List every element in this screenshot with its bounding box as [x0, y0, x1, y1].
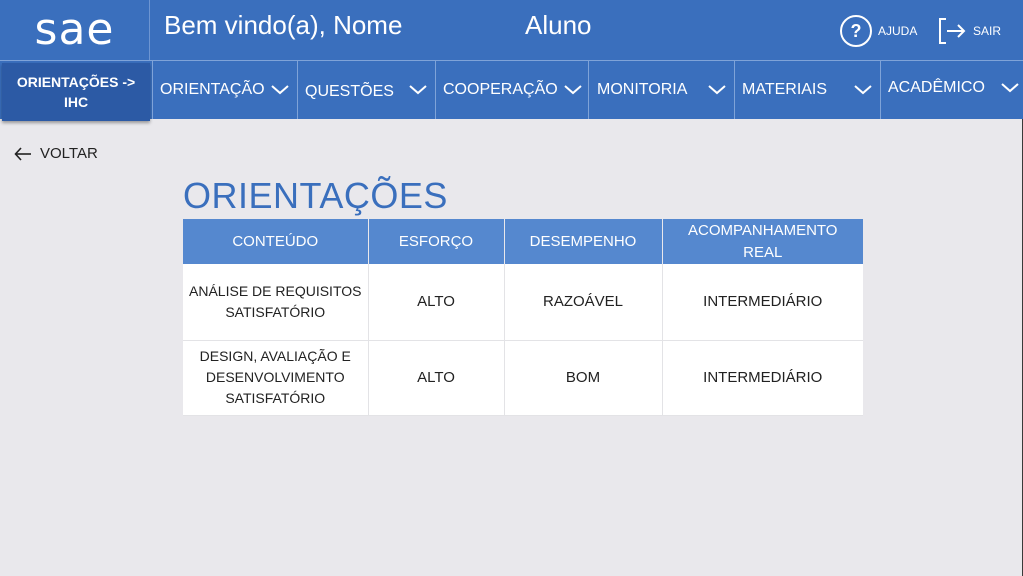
help-icon: ?	[840, 15, 872, 47]
chevron-down-icon	[409, 85, 427, 95]
cell-conteudo: ANÁLISE DE REQUISITOS SATISFATÓRIO	[183, 264, 369, 341]
nav-item-label: MATERIAIS	[742, 81, 828, 98]
chevron-down-icon	[271, 85, 289, 95]
current-section-line2: IHC	[63, 94, 89, 110]
chevron-down-icon	[708, 85, 726, 95]
user-role: Aluno	[525, 10, 592, 40]
page-title: ORIENTAÇÕES	[183, 175, 448, 216]
column-header-esforco: ESFORÇO	[368, 219, 505, 264]
content-line: SATISFATÓRIO	[225, 303, 326, 320]
app-logo[interactable]: sae	[0, 0, 150, 60]
cell-desempenho: BOM	[504, 340, 663, 416]
column-header-acompanhamento: ACOMPANHAMENTO REAL	[662, 219, 863, 264]
nav-item-label: QUESTÕES	[305, 83, 394, 100]
help-button[interactable]: ? AJUDA	[840, 15, 917, 47]
nav-item-cooperacao[interactable]: COOPERAÇÃO	[435, 61, 588, 119]
nav-item-label: MONITORIA	[597, 81, 688, 98]
logout-button[interactable]: SAIR	[937, 15, 1001, 47]
logout-icon	[939, 18, 966, 44]
cell-desempenho: RAZOÁVEL	[504, 264, 663, 341]
orientations-table: CONTEÚDO ESFORÇO DESEMPENHO ACOMPANHAMEN…	[183, 219, 863, 416]
nav-item-label: COOPERAÇÃO	[443, 81, 558, 98]
cell-acompanhamento: INTERMEDIÁRIO	[662, 264, 863, 341]
logout-label: SAIR	[973, 24, 1002, 38]
back-label: VOLTAR	[40, 145, 98, 162]
chevron-down-icon	[854, 85, 872, 95]
cell-acompanhamento: INTERMEDIÁRIO	[662, 340, 863, 416]
cell-conteudo: DESIGN, AVALIAÇÃO E DESENVOLVIMENTO SATI…	[183, 340, 369, 416]
table-header-row: CONTEÚDO ESFORÇO DESEMPENHO ACOMPANHAMEN…	[183, 219, 863, 264]
content-line: DESENVOLVIMENTO	[205, 369, 345, 385]
column-header-desempenho: DESEMPENHO	[504, 219, 663, 264]
cell-esforco: ALTO	[368, 340, 505, 416]
header-line: REAL	[743, 243, 783, 261]
nav-item-monitoria[interactable]: MONITORIA	[588, 61, 734, 119]
content-line: ANÁLISE DE REQUISITOS	[189, 282, 362, 299]
table-row: DESIGN, AVALIAÇÃO E DESENVOLVIMENTO SATI…	[183, 340, 863, 416]
welcome-message: Bem vindo(a), Nome	[164, 10, 403, 40]
nav-item-label: ORIENTAÇÃO	[160, 81, 265, 98]
table-row: ANÁLISE DE REQUISITOS SATISFATÓRIO ALTO …	[183, 264, 863, 341]
nav-item-label: ACADÊMICO	[888, 79, 985, 96]
nav-item-materiais[interactable]: MATERIAIS	[734, 61, 880, 119]
nav-item-academico[interactable]: ACADÊMICO	[880, 61, 1023, 119]
back-button[interactable]: VOLTAR	[14, 145, 98, 162]
app-header: sae Bem vindo(a), Nome Aluno ? AJUDA SAI…	[0, 0, 1023, 60]
content-line: DESIGN, AVALIAÇÃO E	[199, 348, 351, 364]
header-line: ACOMPANHAMENTO	[688, 221, 838, 239]
cell-esforco: ALTO	[368, 264, 505, 341]
chevron-down-icon	[1001, 83, 1019, 93]
current-section-line1: ORIENTAÇÕES ->	[16, 74, 136, 90]
content-line: SATISFATÓRIO	[225, 390, 326, 406]
nav-item-questoes[interactable]: QUESTÕES	[297, 61, 435, 119]
help-label: AJUDA	[878, 24, 918, 38]
nav-item-orientacao[interactable]: ORIENTAÇÃO	[152, 61, 297, 119]
logo-text: sae	[34, 4, 115, 55]
chevron-down-icon	[564, 85, 582, 95]
main-nav: ORIENTAÇÕES -> IHC ORIENTAÇÃO QUESTÕES CO…	[0, 60, 1023, 121]
column-header-conteudo: CONTEÚDO	[183, 219, 369, 264]
nav-current-section[interactable]: ORIENTAÇÕES -> IHC	[2, 63, 150, 121]
arrow-left-icon	[14, 146, 31, 161]
